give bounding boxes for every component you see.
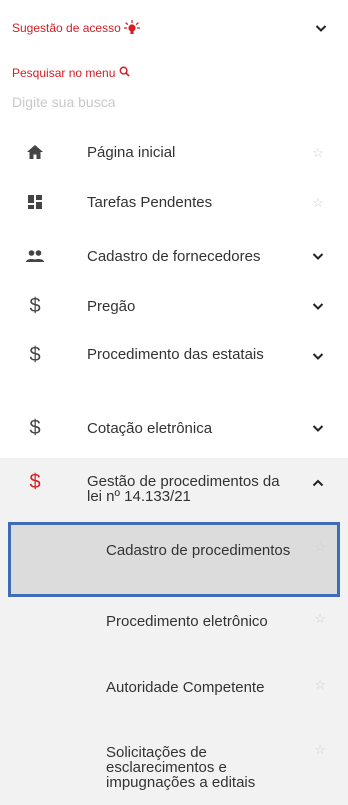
- dollar-icon: $: [29, 416, 41, 439]
- submenu-procedure-management: Cadastro de procedimentos ☆ Procedimento…: [0, 518, 348, 805]
- access-suggestion-label: Sugestão de acesso: [12, 21, 121, 35]
- favorite-star-icon[interactable]: ☆: [310, 144, 326, 160]
- favorite-star-icon[interactable]: ☆: [310, 194, 326, 210]
- submenu-item-label: Autoridade Competente: [106, 679, 265, 696]
- submenu-item-label: Cadastro de procedimentos: [106, 542, 291, 559]
- access-suggestion-toggle[interactable]: Sugestão de acesso: [0, 0, 348, 56]
- menu-item-label: Tarefas Pendentes: [87, 193, 213, 211]
- menu-item-label: Cadastro de fornecedores: [87, 247, 261, 265]
- favorite-star-icon[interactable]: ☆: [314, 612, 326, 625]
- dollar-icon: $: [29, 470, 41, 493]
- menu-item-home[interactable]: Página inicial ☆: [0, 131, 348, 173]
- home-icon: [24, 141, 46, 163]
- favorite-star-icon[interactable]: ☆: [314, 743, 326, 756]
- dashboard-icon: [24, 191, 46, 213]
- dollar-icon: $: [29, 343, 41, 366]
- favorite-star-icon[interactable]: ☆: [314, 540, 326, 553]
- chevron-down-icon[interactable]: [310, 298, 326, 314]
- access-suggestion-header: Sugestão de acesso: [12, 19, 140, 36]
- search-input[interactable]: [12, 90, 312, 114]
- menu-item-label: Procedimento das estatais: [87, 346, 264, 363]
- menu-item-supplier-registration[interactable]: Cadastro de fornecedores: [0, 234, 348, 278]
- search-label-text: Pesquisar no menu: [12, 66, 116, 80]
- submenu-item-electronic-procedure[interactable]: Procedimento eletrônico ☆: [0, 602, 348, 662]
- submenu-item-label: Procedimento eletrônico: [106, 613, 268, 630]
- menu-item-label: Página inicial: [87, 143, 176, 161]
- menu-item-label: Cotação eletrônica: [87, 419, 213, 437]
- side-menu: Sugestão de acesso Pesquisar no menu Dig…: [0, 0, 348, 805]
- chevron-down-icon[interactable]: [310, 420, 326, 436]
- people-icon: [24, 245, 46, 267]
- menu-item-state-procedures[interactable]: $ Procedimento das estatais: [0, 338, 348, 388]
- menu-item-procedure-management[interactable]: $ Gestão de procedimentos da lei nº 14.1…: [0, 458, 348, 518]
- chevron-up-icon[interactable]: [310, 475, 326, 491]
- submenu-item-label: Solicitações de esclarecimentos e impugn…: [106, 744, 256, 791]
- menu-item-label: Pregão: [87, 297, 136, 315]
- submenu-item-competent-authority[interactable]: Autoridade Competente ☆: [0, 668, 348, 728]
- chevron-down-icon[interactable]: [310, 248, 326, 264]
- menu-item-electronic-quotation[interactable]: $ Cotação eletrônica: [0, 406, 348, 450]
- search-icon: [119, 66, 131, 80]
- menu-item-label: Gestão de procedimentos da lei nº 14.133…: [87, 473, 280, 505]
- chevron-down-icon: [314, 21, 328, 35]
- menu-item-pending-tasks[interactable]: Tarefas Pendentes ☆: [0, 181, 348, 223]
- submenu-item-procedure-registration[interactable]: Cadastro de procedimentos ☆: [8, 522, 340, 597]
- search-menu-label: Pesquisar no menu: [12, 66, 131, 80]
- chevron-down-icon[interactable]: [310, 348, 326, 364]
- submenu-item-clarification-requests[interactable]: Solicitações de esclarecimentos e impugn…: [0, 733, 348, 805]
- favorite-star-icon[interactable]: ☆: [314, 678, 326, 691]
- dollar-icon: $: [29, 294, 41, 317]
- menu-item-pregao[interactable]: $ Pregão: [0, 284, 348, 328]
- lightbulb-icon: [123, 19, 140, 36]
